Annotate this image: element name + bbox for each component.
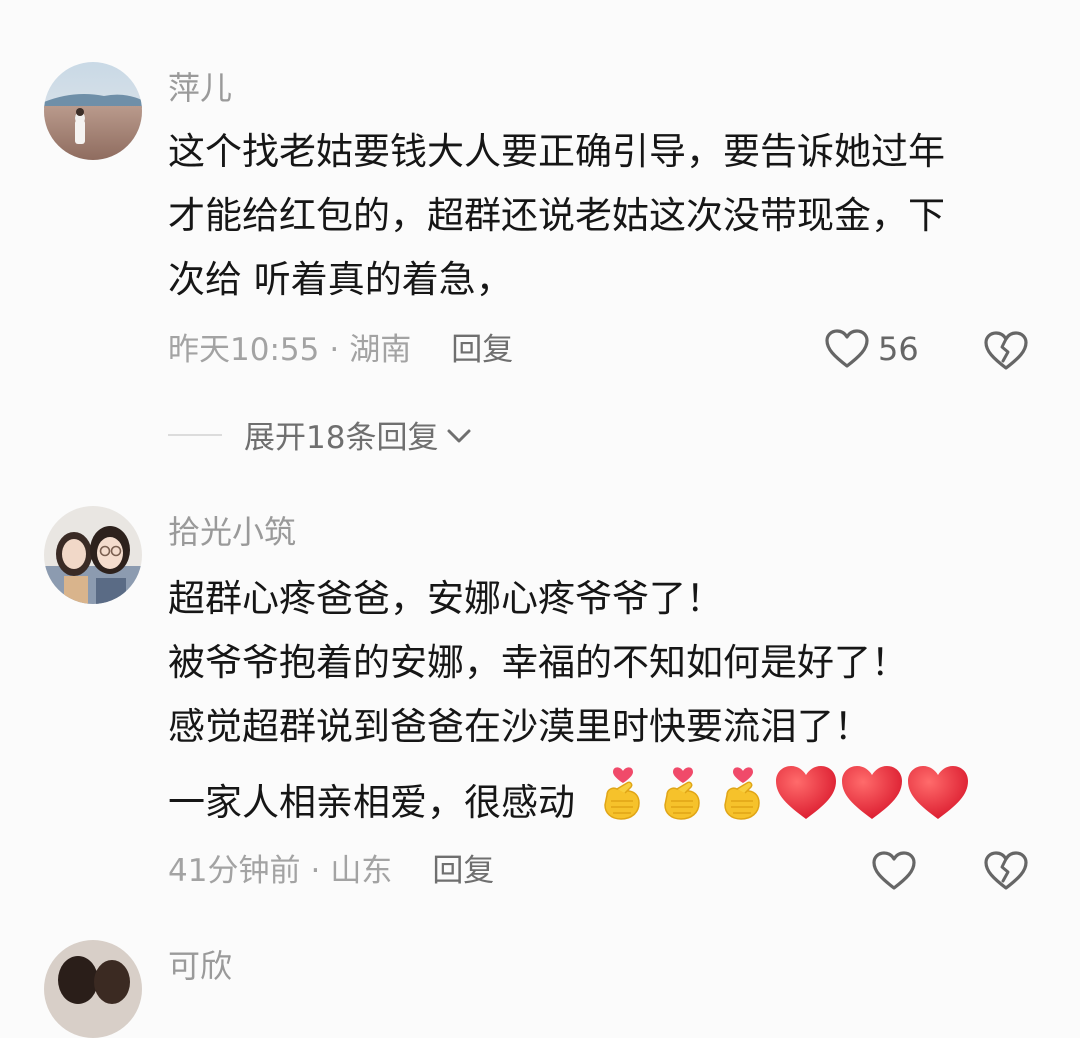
separator: · [329,332,340,368]
comment-text: 这个找老姑要钱大人要正确引导，要告诉她过年 才能给红包的，超群还说老姑这次没带现… [168,120,1048,312]
expand-replies-label: 展开18条回复 [244,420,439,456]
dislike-button[interactable] [983,330,1029,376]
timestamp: 41分钟前 [168,853,301,889]
reply-button[interactable]: 回复 [451,332,513,368]
comment-meta: 昨天10:55 · 湖南 回复 [168,330,513,370]
location: 湖南 [349,332,412,368]
username[interactable]: 可欣 [168,946,232,986]
comment-line: 才能给红包的，超群还说老姑这次没带现金，下 [168,194,945,237]
finger-heart-icon [653,759,713,843]
username[interactable]: 拾光小筑 [168,512,296,552]
comment-text: 超群心疼爸爸，安娜心疼爷爷了！ 被爷爷抱着的安娜，幸福的不知如何是好了！ 感觉超… [168,567,1048,843]
red-heart-icon [905,763,971,843]
heart-outline-icon [824,328,870,370]
comment-meta: 41分钟前 · 山东 回复 [168,851,494,891]
comment-line: 次给 听着真的着急， [168,258,513,301]
comment-line: 一家人相亲相爱，很感动 [168,759,1048,843]
chevron-down-icon [446,417,472,453]
comment-line: 这个找老姑要钱大人要正确引导，要告诉她过年 [168,130,945,173]
comment-line: 感觉超群说到爸爸在沙漠里时快要流泪了！ [168,705,871,748]
username[interactable]: 萍儿 [168,68,232,108]
reply-button[interactable]: 回复 [432,853,494,889]
red-heart-icon [839,763,905,843]
expand-replies-button[interactable]: 展开18条回复 [168,412,472,457]
broken-heart-icon [983,851,1029,896]
comment-line-text: 一家人相亲相爱，很感动 [168,781,575,824]
like-button[interactable] [871,850,917,892]
finger-heart-icon [713,759,773,843]
like-button[interactable]: 56 [824,328,919,370]
avatar[interactable] [44,506,142,604]
comment-line: 被爷爷抱着的安娜，幸福的不知如何是好了！ [168,641,908,684]
location: 山东 [330,853,393,889]
timestamp: 昨天10:55 [168,332,320,368]
separator: · [310,853,321,889]
like-count: 56 [878,330,919,368]
comment-line: 超群心疼爸爸，安娜心疼爷爷了！ [168,577,723,620]
heart-outline-icon [871,850,917,892]
divider-line [168,433,222,436]
avatar[interactable] [44,62,142,160]
avatar[interactable] [44,940,142,1038]
broken-heart-icon [983,331,1029,376]
red-heart-icon [773,763,839,843]
emoji-group [581,766,971,824]
finger-heart-icon [593,759,653,843]
dislike-button[interactable] [983,850,1029,896]
